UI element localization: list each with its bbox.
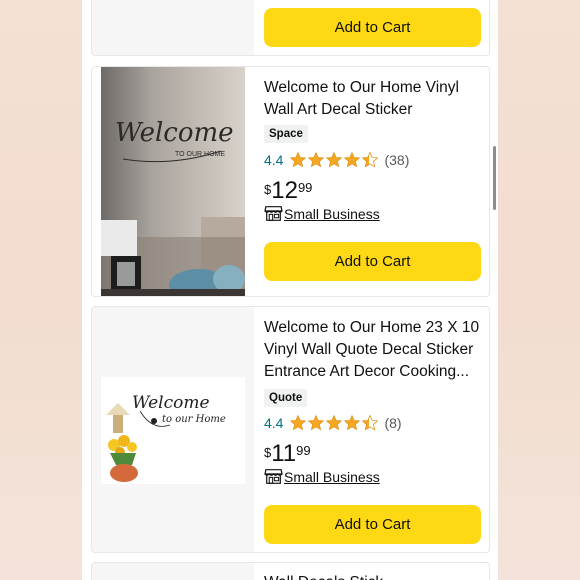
star-icon: [326, 151, 343, 168]
star-icon: [290, 151, 307, 168]
product-info: Welcome to Our Home Vinyl Wall Art Decal…: [254, 67, 489, 296]
product-image[interactable]: Welcome TO OUR HOME: [101, 67, 245, 296]
rating-row[interactable]: 4.4 (38): [264, 151, 409, 169]
price-currency: $: [264, 182, 272, 197]
price-fraction: 99: [297, 180, 313, 195]
product-card: Welcome TO OUR HOME Welcome to Our Home …: [91, 66, 490, 297]
price-fraction: 99: [296, 443, 311, 458]
product-card: Wall Decals Stick...: [91, 562, 490, 580]
svg-text:to our Home: to our Home: [162, 414, 226, 425]
scrollbar[interactable]: [493, 146, 496, 210]
product-photo-welcome-quote-decal: Welcome to our Home: [92, 307, 254, 552]
star-icon: [344, 151, 361, 168]
store-icon: [264, 206, 283, 221]
rating-value: 4.4: [264, 415, 284, 431]
star-icon: [308, 414, 325, 431]
star-icon: [290, 414, 307, 431]
product-title[interactable]: Wall Decals Stick...: [264, 572, 483, 580]
price-whole: 12: [271, 177, 298, 204]
review-count: (38): [384, 152, 410, 168]
star-rating: [289, 151, 379, 169]
product-info: Wall Decals Stick...: [254, 563, 489, 580]
rating-value: 4.4: [264, 152, 284, 168]
product-card: Welcome to our Home Welcome to Our Home …: [91, 306, 490, 553]
svg-text:Welcome: Welcome: [115, 118, 234, 148]
product-image[interactable]: Welcome to our Home: [92, 307, 254, 552]
product-card: Add to Cart: [91, 0, 490, 56]
product-info: Welcome to Our Home 23 X 10 Vinyl Wall Q…: [254, 307, 489, 552]
half-star-icon: [362, 414, 379, 431]
half-star-icon: [362, 151, 379, 168]
small-business-badge[interactable]: Small Business: [264, 468, 380, 485]
product-image[interactable]: [92, 0, 254, 55]
store-icon: [264, 469, 283, 484]
review-count: (8): [384, 415, 402, 431]
add-to-cart-button[interactable]: Add to Cart: [264, 505, 481, 544]
small-business-badge[interactable]: Small Business: [264, 205, 380, 222]
product-photo-welcome-decal: Welcome TO OUR HOME: [101, 67, 245, 296]
add-to-cart-button[interactable]: Add to Cart: [264, 242, 481, 281]
background-right: [498, 0, 580, 580]
small-business-label: Small Business: [284, 468, 380, 485]
svg-text:Welcome: Welcome: [132, 393, 210, 413]
product-list-screen: Add to Cart Welcome TO OUR HOME Welcome …: [82, 0, 498, 580]
price-currency: $: [264, 445, 272, 460]
star-icon: [308, 151, 325, 168]
add-to-cart-button[interactable]: Add to Cart: [264, 8, 481, 47]
small-business-label: Small Business: [284, 205, 380, 222]
star-rating: [289, 414, 379, 432]
product-title[interactable]: Welcome to Our Home 23 X 10 Vinyl Wall Q…: [264, 317, 483, 383]
background-left: [0, 0, 82, 580]
price-whole: 11: [271, 440, 297, 467]
category-tag: Quote: [264, 389, 308, 407]
product-image[interactable]: [92, 563, 254, 580]
rating-row[interactable]: 4.4 (8): [264, 414, 402, 432]
star-icon: [326, 414, 343, 431]
price: $ 11 99: [264, 441, 311, 467]
price: $ 12 99: [264, 178, 312, 204]
product-title[interactable]: Welcome to Our Home Vinyl Wall Art Decal…: [264, 77, 483, 121]
product-info: Add to Cart: [254, 0, 489, 55]
category-tag: Space: [264, 125, 308, 143]
star-icon: [344, 414, 361, 431]
